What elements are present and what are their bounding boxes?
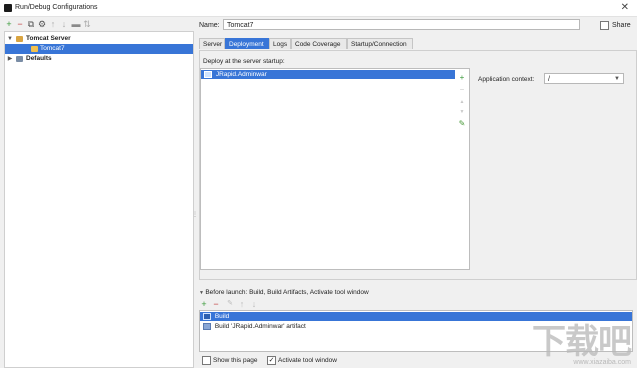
add-icon[interactable]: +: [457, 73, 467, 83]
before-launch-header[interactable]: ▼ Before launch: Build, Build Artifacts,…: [199, 289, 369, 296]
chevron-down-icon: ▼: [614, 76, 620, 82]
deploy-list[interactable]: JRapid.Adminwar: [200, 68, 456, 270]
app-icon: [4, 4, 12, 12]
move-down-icon[interactable]: ↓: [249, 299, 259, 309]
share-label: Share: [612, 22, 631, 29]
deploy-item-label: JRapid.Adminwar: [215, 71, 267, 78]
name-field[interactable]: Tomcat7: [223, 19, 580, 30]
move-up-icon[interactable]: ↑: [48, 19, 58, 29]
copy-icon[interactable]: ⧉: [26, 19, 36, 29]
app-context-value: /: [548, 76, 550, 83]
artifact-icon: [204, 70, 212, 78]
window-title: Run/Debug Configurations: [15, 4, 98, 11]
tab-code-coverage[interactable]: Code Coverage: [291, 38, 347, 49]
activate-tool-checkbox[interactable]: ✓: [267, 356, 276, 365]
show-page-checkbox[interactable]: [202, 356, 211, 365]
tree-item-tomcat-server[interactable]: ▼ Tomcat Server: [5, 34, 193, 44]
before-launch-item-label: Build: [214, 313, 230, 320]
before-launch-label: Before launch: Build, Build Artifacts, A…: [205, 289, 369, 296]
tab-server[interactable]: Server: [199, 38, 225, 49]
title-bar: Run/Debug Configurations ✕: [0, 0, 637, 17]
deploy-side-toolbar: + − ▲ ▼ ✎: [455, 68, 470, 270]
tree-item-defaults[interactable]: ▶ Defaults: [5, 54, 193, 64]
move-up-icon[interactable]: ↑: [237, 299, 247, 309]
wrench-icon[interactable]: ⚙: [37, 19, 47, 29]
watermark-text: 下载吧: [532, 322, 632, 362]
splitter-handle[interactable]: ⋮: [192, 211, 198, 219]
deploy-heading: Deploy at the server startup:: [203, 58, 285, 65]
move-down-icon[interactable]: ▼: [457, 107, 467, 117]
move-down-icon[interactable]: ↓: [59, 19, 69, 29]
tomcat-icon: [31, 46, 38, 52]
app-context-combo[interactable]: / ▼: [544, 73, 624, 84]
app-context-label: Application context:: [478, 76, 535, 83]
activate-tool-label: Activate tool window: [278, 357, 337, 364]
close-icon[interactable]: ✕: [621, 2, 629, 13]
show-page-label: Show this page: [213, 357, 258, 364]
tab-startup-connection[interactable]: Startup/Connection: [347, 38, 413, 49]
artifact-icon: [203, 322, 211, 330]
tab-deployment[interactable]: Deployment: [225, 38, 269, 49]
name-label: Name:: [199, 22, 220, 29]
chevron-down-icon[interactable]: ▼: [7, 34, 13, 44]
move-up-icon[interactable]: ▲: [457, 97, 467, 107]
build-icon: [203, 312, 211, 320]
tree-item-label: Tomcat7: [40, 45, 65, 52]
chevron-right-icon[interactable]: ▶: [7, 54, 13, 64]
remove-icon[interactable]: −: [457, 85, 467, 95]
remove-icon[interactable]: −: [15, 19, 25, 29]
remove-icon[interactable]: −: [211, 299, 221, 309]
config-tree[interactable]: ▼ Tomcat Server Tomcat7 ▶ Defaults: [4, 31, 194, 368]
edit-icon[interactable]: ✎: [457, 119, 467, 129]
add-icon[interactable]: +: [199, 299, 209, 309]
add-icon[interactable]: +: [4, 19, 14, 29]
tomcat-icon: [16, 36, 23, 42]
edit-icon[interactable]: ✎: [225, 299, 235, 309]
share-checkbox[interactable]: [600, 21, 609, 30]
config-toolbar: + − ⧉ ⚙ ↑ ↓ ▬ ⇅: [4, 19, 192, 31]
tree-item-tomcat7[interactable]: Tomcat7: [5, 44, 193, 54]
defaults-icon: [16, 56, 23, 62]
watermark-logo: 下载吧 www.xiazaiba.com: [532, 314, 632, 366]
sort-icon[interactable]: ⇅: [82, 19, 92, 29]
tab-logs[interactable]: Logs: [269, 38, 291, 49]
folder-icon[interactable]: ▬: [71, 19, 81, 29]
before-launch-item-label: Build 'JRapid.Adminwar' artifact: [214, 323, 306, 330]
tree-item-label: Tomcat Server: [26, 35, 71, 42]
deploy-list-item[interactable]: JRapid.Adminwar: [201, 70, 455, 79]
tree-item-label: Defaults: [26, 55, 52, 62]
